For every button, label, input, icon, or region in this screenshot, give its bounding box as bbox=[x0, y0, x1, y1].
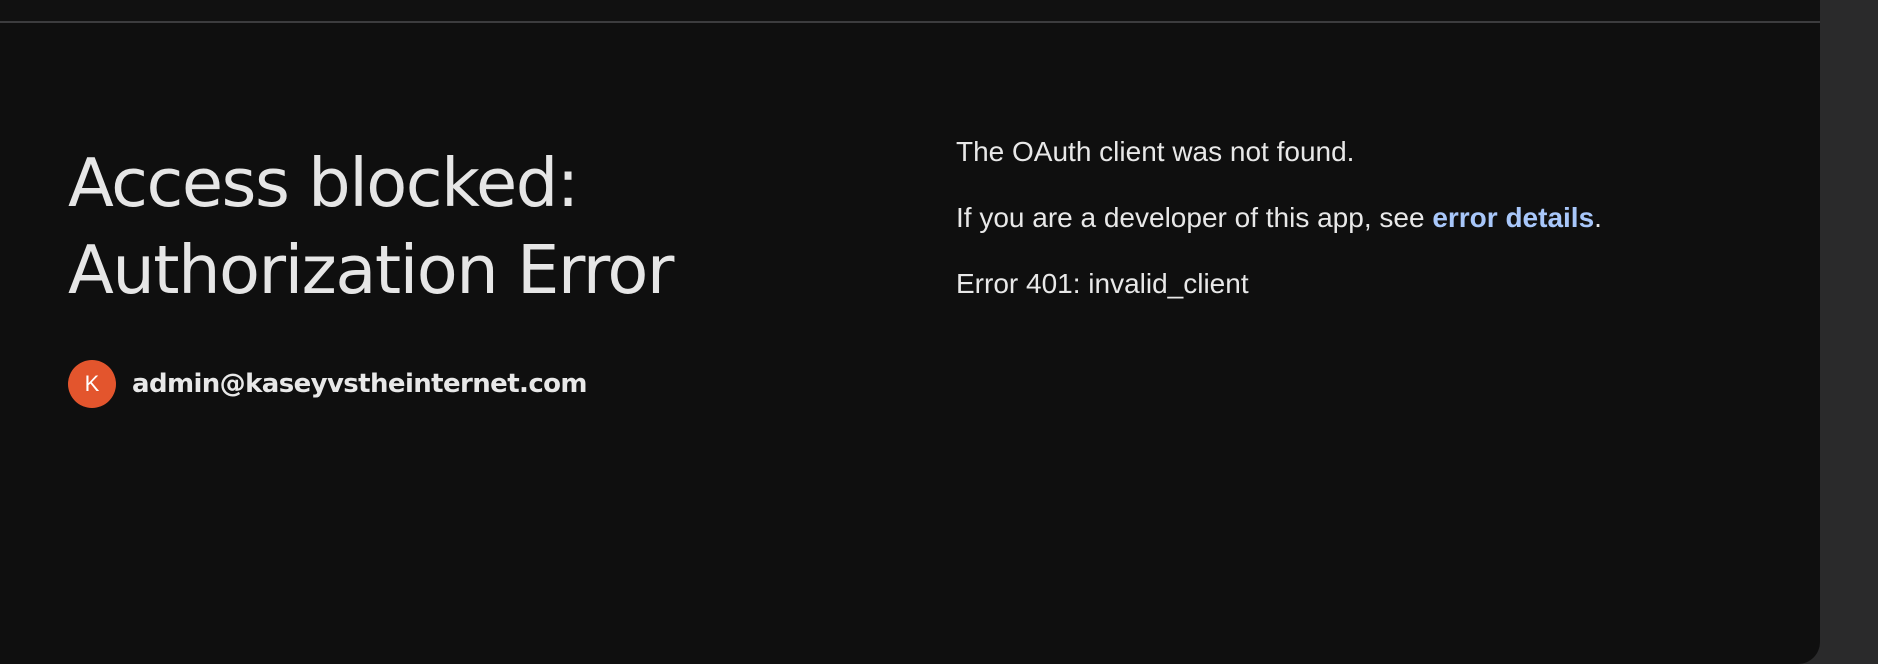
title-line-1: Access blocked: bbox=[68, 144, 579, 222]
page-frame: Access blocked: Authorization Error K ad… bbox=[0, 0, 1820, 664]
page-title: Access blocked: Authorization Error bbox=[68, 140, 828, 314]
error-details-section: The OAuth client was not found. If you a… bbox=[956, 136, 1756, 334]
account-email: admin@kaseyvstheinternet.com bbox=[132, 369, 587, 399]
header-divider bbox=[0, 0, 1820, 23]
client-not-found-message: The OAuth client was not found. bbox=[956, 136, 1355, 167]
developer-message-prefix: If you are a developer of this app, see bbox=[956, 202, 1433, 233]
title-line-2: Authorization Error bbox=[68, 231, 674, 309]
developer-message-suffix: . bbox=[1594, 202, 1602, 233]
developer-message: If you are a developer of this app, see … bbox=[956, 202, 1756, 234]
error-details-link[interactable]: error details bbox=[1432, 202, 1594, 233]
account-chip[interactable]: K admin@kaseyvstheinternet.com bbox=[68, 360, 587, 408]
error-code: Error 401: invalid_client bbox=[956, 268, 1249, 299]
avatar: K bbox=[68, 360, 116, 408]
error-heading-section: Access blocked: Authorization Error K ad… bbox=[68, 140, 828, 408]
